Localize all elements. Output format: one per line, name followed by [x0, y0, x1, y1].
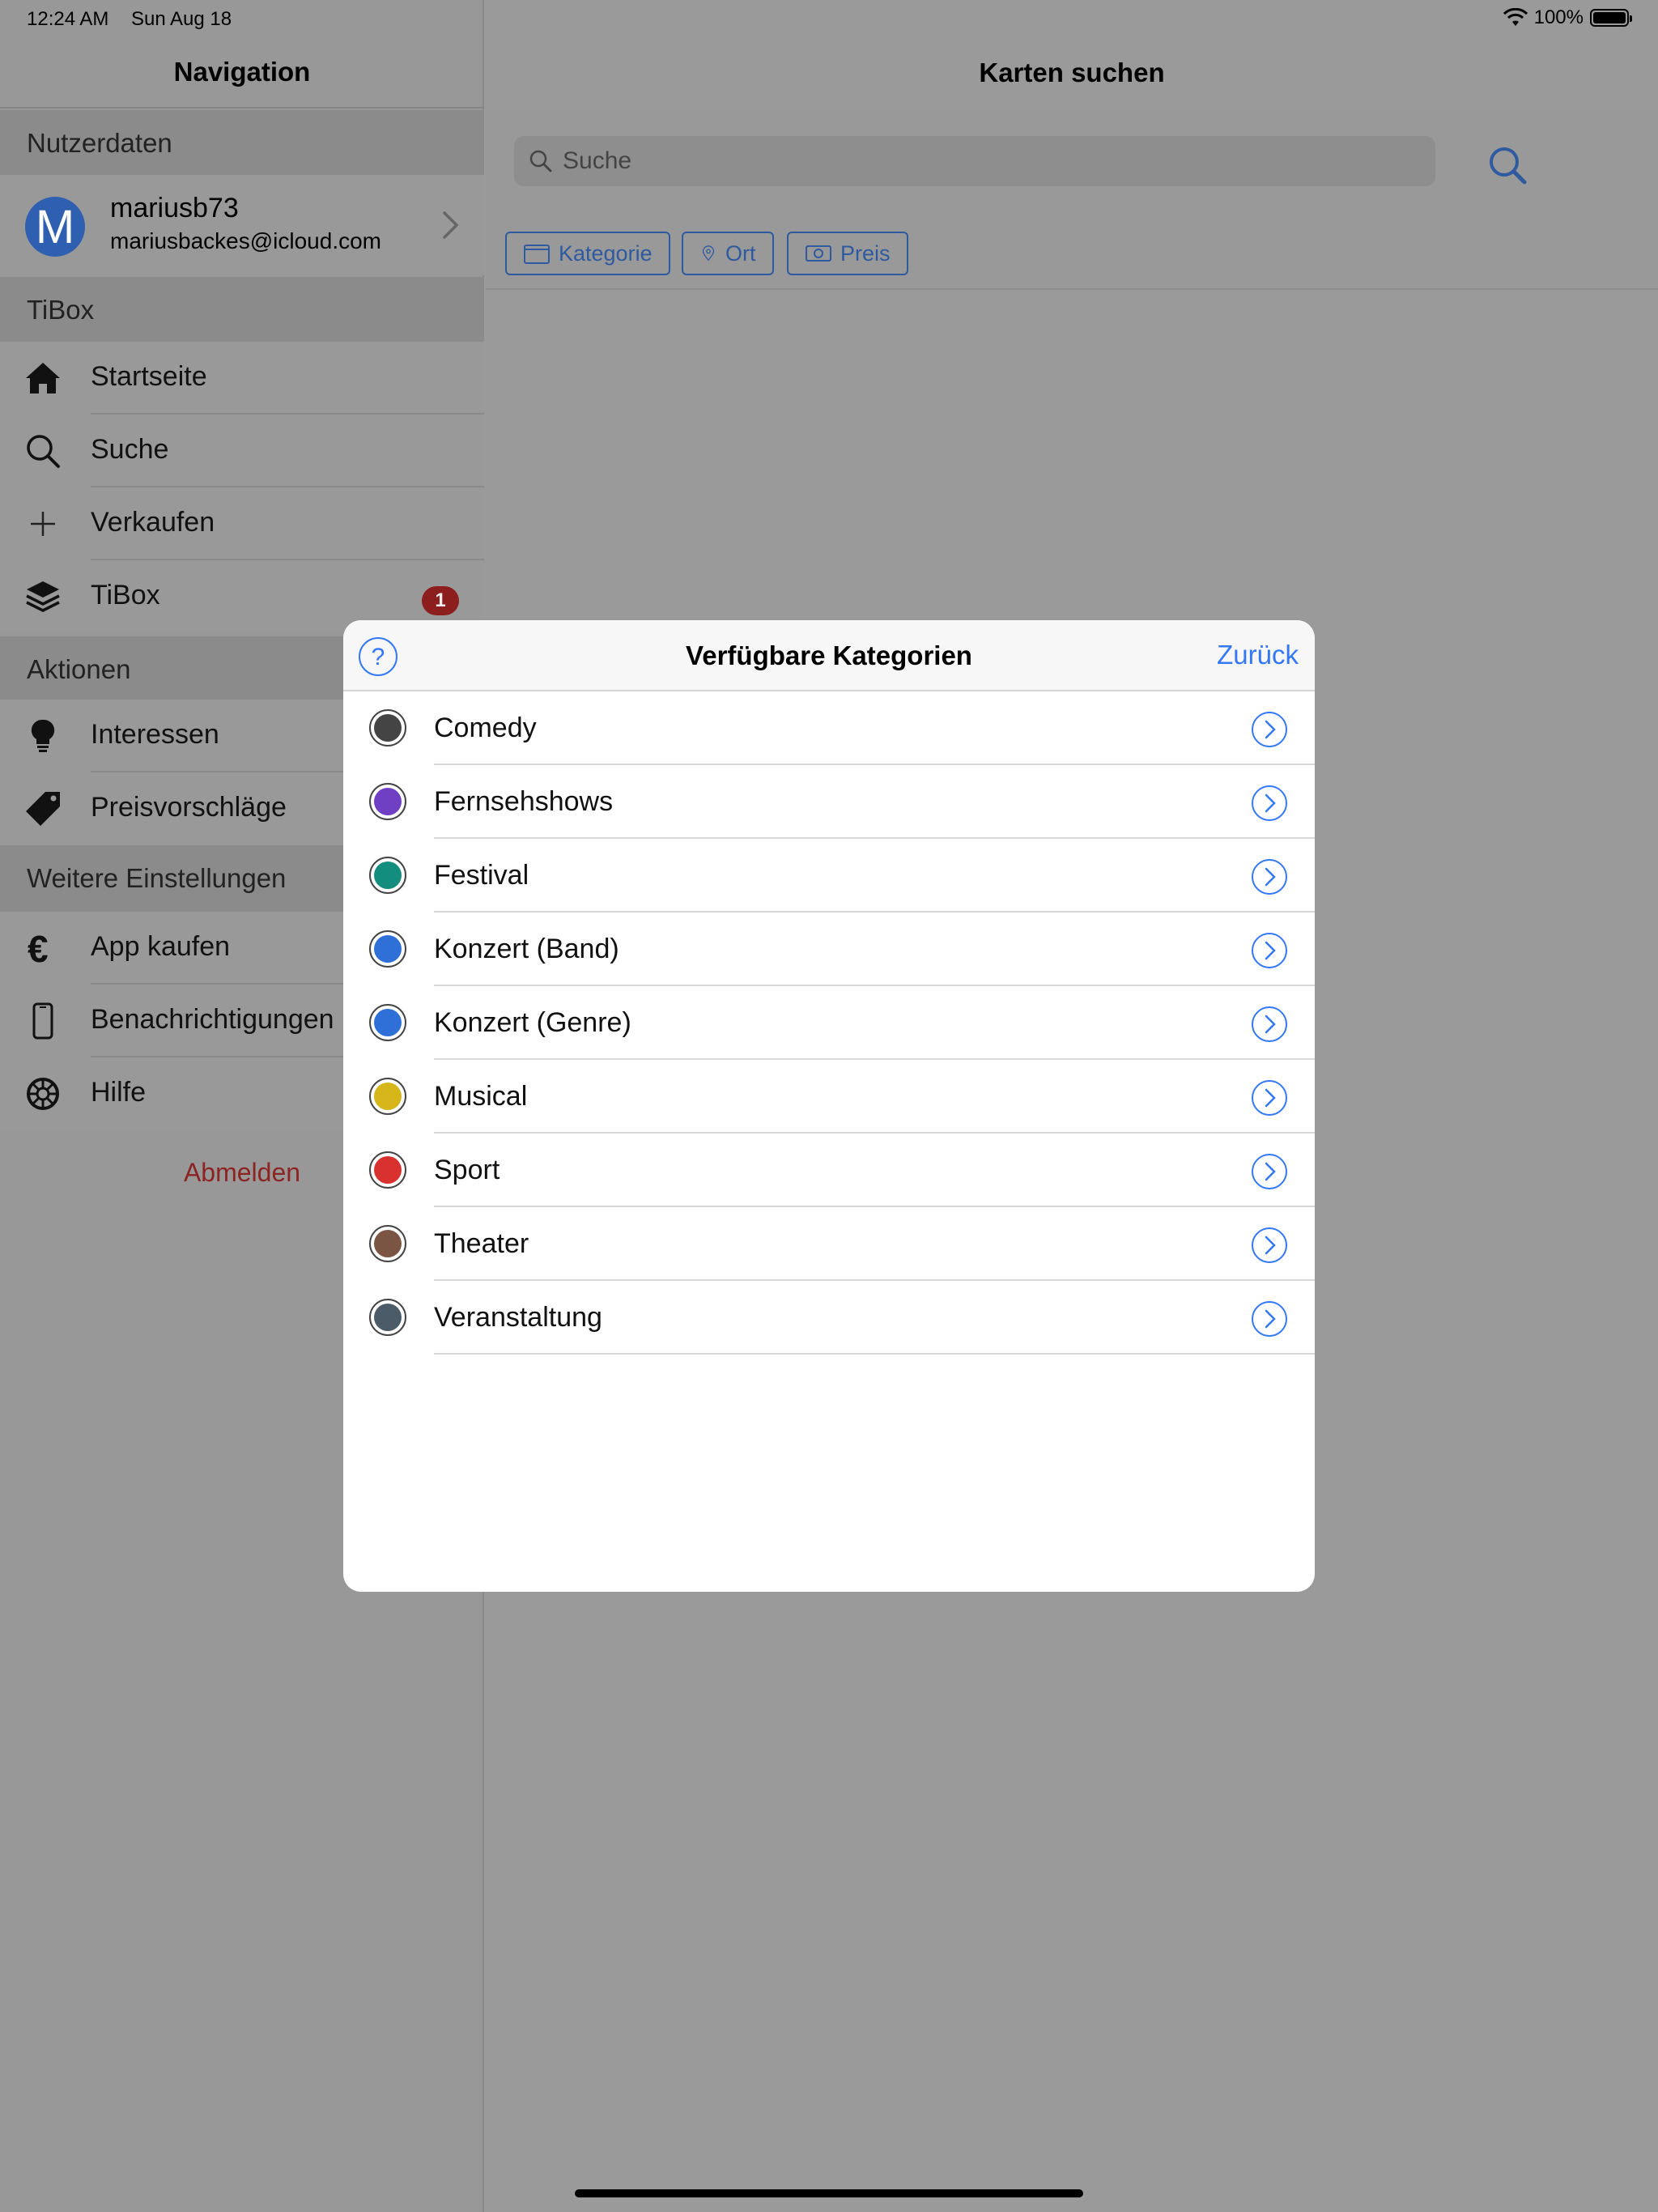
status-bar: 12:24 AM Sun Aug 18 100% — [0, 0, 1658, 37]
filter-preis-button[interactable]: Preis — [787, 232, 908, 275]
folder-icon — [524, 245, 550, 264]
battery-percent: 100% — [1533, 6, 1584, 28]
list-item[interactable]: Theater — [343, 1207, 1315, 1281]
category-color-dot — [369, 1299, 406, 1336]
modal-header: Verfügbare Kategorien ? Zurück — [343, 620, 1315, 691]
battery-icon — [1590, 9, 1632, 27]
category-label: Konzert (Genre) — [434, 1007, 631, 1038]
user-name: mariusb73 — [110, 193, 239, 223]
back-button[interactable]: Zurück — [1217, 640, 1299, 670]
category-color-dot — [369, 709, 406, 747]
category-color-dot — [369, 1004, 406, 1041]
chevron-right-circle-icon[interactable] — [1251, 1153, 1288, 1190]
sidebar-item-label: TiBox — [91, 580, 160, 610]
home-indicator — [575, 2189, 1083, 2197]
chevron-right-icon — [443, 211, 459, 239]
list-item[interactable]: Konzert (Band) — [343, 912, 1315, 986]
sidebar-item-suche[interactable]: Suche — [0, 415, 484, 487]
sidebar-item-label: Interessen — [91, 719, 219, 750]
list-item[interactable]: Veranstaltung — [343, 1281, 1315, 1355]
list-item[interactable]: Sport — [343, 1134, 1315, 1207]
user-email: mariusbackes@icloud.com — [110, 228, 381, 253]
category-modal: Verfügbare Kategorien ? Zurück Comedy Fer… — [343, 620, 1315, 1592]
category-label: Veranstaltung — [434, 1302, 602, 1333]
sidebar-item-startseite[interactable]: Startseite — [0, 342, 484, 415]
category-color-dot — [369, 857, 406, 894]
search-input[interactable] — [563, 136, 1421, 186]
category-label: Sport — [434, 1155, 500, 1185]
lightbulb-icon — [31, 719, 55, 752]
chevron-right-circle-icon[interactable] — [1251, 858, 1288, 895]
search-icon — [529, 150, 552, 172]
help-wheel-icon — [27, 1078, 59, 1110]
sidebar-item-label: App kaufen — [91, 931, 231, 962]
filter-ort-button[interactable]: Ort — [682, 232, 774, 275]
filter-label: Ort — [725, 240, 756, 266]
category-label: Festival — [434, 860, 529, 891]
sidebar-title: Navigation — [0, 37, 484, 108]
plus-icon — [31, 512, 55, 536]
list-item[interactable]: Festival — [343, 839, 1315, 912]
avatar: M — [25, 197, 85, 257]
sidebar-item-verkaufen[interactable]: Verkaufen — [0, 487, 484, 560]
layers-icon — [26, 581, 60, 612]
chevron-right-circle-icon[interactable] — [1251, 785, 1288, 822]
sidebar-item-label: Hilfe — [91, 1077, 147, 1108]
svg-text:€: € — [28, 929, 49, 967]
chevron-right-circle-icon[interactable] — [1251, 1006, 1288, 1043]
money-icon — [806, 245, 831, 262]
chevron-right-circle-icon[interactable] — [1251, 711, 1288, 748]
chevron-right-circle-icon[interactable] — [1251, 932, 1288, 969]
sidebar-item-label: Verkaufen — [91, 507, 215, 538]
user-profile-row[interactable]: M mariusb73 mariusbackes@icloud.com — [0, 175, 484, 275]
chevron-right-circle-icon[interactable] — [1251, 1300, 1288, 1338]
location-pin-icon — [702, 245, 715, 262]
filter-label: Preis — [840, 240, 891, 266]
search-box[interactable] — [514, 136, 1435, 186]
category-color-dot — [369, 930, 406, 968]
chevron-right-circle-icon[interactable] — [1251, 1227, 1288, 1264]
category-color-dot — [369, 1225, 406, 1262]
status-date: Sun Aug 18 — [131, 8, 232, 30]
price-tag-icon — [26, 792, 60, 826]
search-icon — [27, 435, 60, 468]
sidebar-item-label: Startseite — [91, 361, 207, 392]
section-header-tibox: TiBox — [0, 277, 484, 343]
category-color-dot — [369, 783, 406, 820]
phone-icon — [32, 1002, 53, 1040]
category-color-dot — [369, 1151, 406, 1189]
sidebar-item-label: Suche — [91, 434, 169, 465]
help-icon[interactable]: ? — [358, 636, 398, 677]
status-indicators: 100% — [1503, 6, 1632, 29]
home-icon — [26, 363, 60, 393]
category-label: Theater — [434, 1228, 529, 1259]
search-button[interactable] — [1486, 144, 1528, 186]
list-item[interactable]: Konzert (Genre) — [343, 986, 1315, 1060]
filter-label: Kategorie — [559, 240, 653, 266]
euro-icon: € — [28, 929, 49, 967]
sidebar-item-label: Preisvorschläge — [91, 792, 287, 823]
svg-text:?: ? — [372, 644, 385, 670]
category-color-dot — [369, 1078, 406, 1115]
status-time: 12:24 AM — [27, 8, 109, 30]
notification-badge: 1 — [422, 586, 459, 615]
list-item[interactable]: Comedy — [343, 691, 1315, 765]
search-area: Kategorie Ort Preis — [486, 108, 1658, 290]
category-label: Musical — [434, 1081, 528, 1112]
modal-title: Verfügbare Kategorien — [686, 640, 972, 670]
chevron-right-circle-icon[interactable] — [1251, 1079, 1288, 1117]
sidebar-item-label: Benachrichtigungen — [91, 1004, 334, 1035]
category-label: Comedy — [434, 713, 537, 743]
list-item[interactable]: Musical — [343, 1060, 1315, 1134]
list-item[interactable]: Fernsehshows — [343, 765, 1315, 839]
wifi-icon — [1503, 8, 1528, 26]
page-title: Karten suchen — [979, 57, 1165, 87]
category-label: Konzert (Band) — [434, 934, 619, 964]
section-header-user: Nutzerdaten — [0, 110, 484, 177]
filter-kategorie-button[interactable]: Kategorie — [505, 232, 670, 275]
category-label: Fernsehshows — [434, 786, 614, 817]
